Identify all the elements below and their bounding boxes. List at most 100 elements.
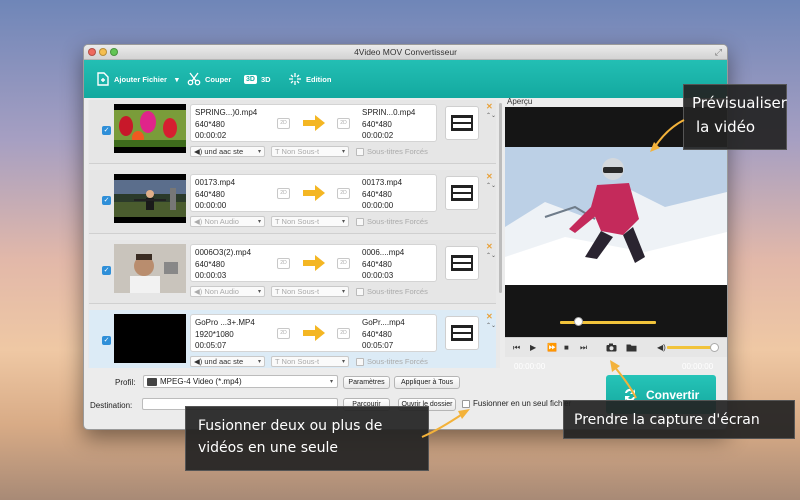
profile-label: Profil: <box>115 378 136 387</box>
speaker-icon: ◀) <box>194 147 203 156</box>
merge-option[interactable]: Fusionner en un seul fichier <box>462 399 571 408</box>
fast-forward-icon[interactable]: ⏩ <box>547 343 557 352</box>
window-title: 4Video MOV Convertisseur <box>354 47 457 57</box>
camera-icon[interactable] <box>606 343 617 354</box>
list-scrollbar[interactable] <box>499 103 502 293</box>
source-resolution: 1920*1080 <box>195 329 234 339</box>
reorder-icon[interactable]: ⌃⌄ <box>486 323 496 330</box>
chevron-down-icon: ▾ <box>341 219 345 225</box>
2d-output-icon: 2D <box>337 328 350 339</box>
speaker-icon: ◀) <box>194 357 203 366</box>
file-info: 00173.mp4 640*480 00:00:00 2D 2D 00173.m… <box>190 174 437 212</box>
reorder-icon[interactable]: ⌃⌄ <box>486 183 496 190</box>
output-format-button[interactable] <box>445 176 479 210</box>
row-checkbox[interactable]: ✓ <box>102 266 111 275</box>
2d-source-icon: 2D <box>277 118 290 129</box>
callout-arrow-icon <box>421 409 470 438</box>
reorder-icon[interactable]: ⌃⌄ <box>486 113 496 120</box>
volume-icon[interactable]: ◀) <box>657 343 666 352</box>
text-icon: T <box>275 357 280 366</box>
folder-icon[interactable] <box>626 343 637 354</box>
forced-checkbox[interactable] <box>356 217 364 226</box>
chevron-down-icon: ▾ <box>257 289 261 295</box>
current-time: 00:00:00 <box>514 362 546 371</box>
forced-subtitles-option[interactable]: Sous-titres Forcés <box>356 357 428 366</box>
speaker-icon: ◀) <box>194 217 203 226</box>
merge-callout-line1: Fusionner deux ou plus de <box>198 418 383 434</box>
source-name: SPRING...)0.mp4 <box>195 108 258 117</box>
video-thumbnail <box>114 104 186 153</box>
skip-back-icon[interactable]: ⏮ <box>513 343 520 353</box>
playback-controls: ⏮ ▶ ⏩ ■ ⏭ ◀) <box>505 337 727 357</box>
audio-select[interactable]: ◀) Non Audio ▾ <box>190 286 265 297</box>
chevron-down-icon[interactable]: ▾ <box>175 75 179 84</box>
audio-select[interactable]: ◀) und aac ste ▾ <box>190 146 265 157</box>
play-icon[interactable]: ▶ <box>530 343 536 352</box>
forced-subtitles-option[interactable]: Sous-titres Forcés <box>356 217 428 226</box>
row-checkbox[interactable]: ✓ <box>102 196 111 205</box>
3d-icon: 3D <box>244 74 257 84</box>
row-checkbox[interactable]: ✓ <box>102 126 111 135</box>
output-format-button[interactable] <box>445 106 479 140</box>
text-icon: T <box>275 287 280 296</box>
preview-label: Aperçu <box>507 97 533 106</box>
parameters-button[interactable]: Paramètres <box>343 376 390 389</box>
audio-select[interactable]: ◀) und aac ste ▾ <box>190 356 265 367</box>
output-resolution: 640*480 <box>362 329 392 339</box>
skip-forward-icon[interactable]: ⏭ <box>580 343 587 353</box>
source-resolution: 640*480 <box>195 119 225 129</box>
row-checkbox[interactable]: ✓ <box>102 336 111 345</box>
edit-button[interactable]: Edition <box>288 71 331 87</box>
3d-label: 3D <box>260 74 271 84</box>
add-file-icon <box>96 72 110 86</box>
file-row[interactable]: ✓ SPRING...)0.mp4 640*480 00:00:02 2D 2D… <box>89 100 496 164</box>
forced-checkbox[interactable] <box>356 147 364 156</box>
output-format-button[interactable] <box>445 316 479 350</box>
forced-checkbox[interactable] <box>356 357 364 366</box>
volume-slider[interactable] <box>667 346 713 349</box>
seek-handle[interactable] <box>574 317 583 326</box>
stop-icon[interactable]: ■ <box>564 343 569 352</box>
toolbar: Ajouter Fichier ▾ Couper 3D 3D Edition <box>84 60 727 98</box>
reorder-icon[interactable]: ⌃⌄ <box>486 253 496 260</box>
profile-select[interactable]: MPEG-4 Video (*.mp4) ▾ <box>143 375 338 388</box>
output-duration: 00:00:00 <box>362 201 394 210</box>
file-row[interactable]: ✓ 00173.mp4 640*480 00:00:00 2D 2D 00173… <box>89 170 496 234</box>
arrow-right-icon <box>303 185 325 201</box>
remove-icon[interactable]: ✕ <box>486 102 493 111</box>
edit-label: Edition <box>306 74 332 84</box>
remove-icon[interactable]: ✕ <box>486 172 493 181</box>
forced-subtitles-option[interactable]: Sous-titres Forcés <box>356 147 428 156</box>
volume-handle[interactable] <box>710 343 719 352</box>
fullscreen-icon[interactable]: ⤢ <box>715 47 722 58</box>
remove-icon[interactable]: ✕ <box>486 312 493 321</box>
output-duration: 00:00:02 <box>362 131 394 140</box>
subtitle-select[interactable]: T Non Sous-t ▾ <box>271 216 349 227</box>
subtitle-select[interactable]: T Non Sous-t ▾ <box>271 286 349 297</box>
subtitle-select[interactable]: T Non Sous-t ▾ <box>271 146 349 157</box>
2d-source-icon: 2D <box>277 328 290 339</box>
forced-checkbox[interactable] <box>356 287 364 296</box>
subtitle-select[interactable]: T Non Sous-t ▾ <box>271 356 349 367</box>
output-name: 00173.mp4 <box>362 178 403 187</box>
output-name: SPRIN...0.mp4 <box>362 108 416 117</box>
remove-icon[interactable]: ✕ <box>486 242 493 251</box>
cut-button[interactable]: Couper <box>187 71 231 87</box>
apply-to-all-button[interactable]: Appliquer à Tous <box>394 376 460 389</box>
3d-button[interactable]: 3D 3D <box>244 71 271 87</box>
output-format-button[interactable] <box>445 246 479 280</box>
chevron-down-icon: ▾ <box>257 149 261 155</box>
output-duration: 00:00:03 <box>362 271 394 280</box>
forced-subtitles-option[interactable]: Sous-titres Forcés <box>356 287 428 296</box>
video-thumbnail <box>114 174 186 223</box>
file-row[interactable]: ✓ 0006O3(2).mp4 640*480 00:00:03 2D 2D 0… <box>89 240 496 304</box>
merge-callout: Fusionner deux ou plus de vidéos en une … <box>185 406 429 471</box>
source-name: 00173.mp4 <box>195 178 236 187</box>
chevron-down-icon: ▾ <box>341 149 345 155</box>
source-duration: 00:00:00 <box>195 201 227 210</box>
video-thumbnail <box>114 314 186 363</box>
audio-select[interactable]: ◀) Non Audio ▾ <box>190 216 265 227</box>
add-file-button[interactable]: Ajouter Fichier ▾ <box>96 71 179 87</box>
file-row[interactable]: ✓ GoPro ...3+.MP4 1920*1080 00:05:07 2D … <box>89 310 496 368</box>
speaker-icon: ◀) <box>194 287 203 296</box>
